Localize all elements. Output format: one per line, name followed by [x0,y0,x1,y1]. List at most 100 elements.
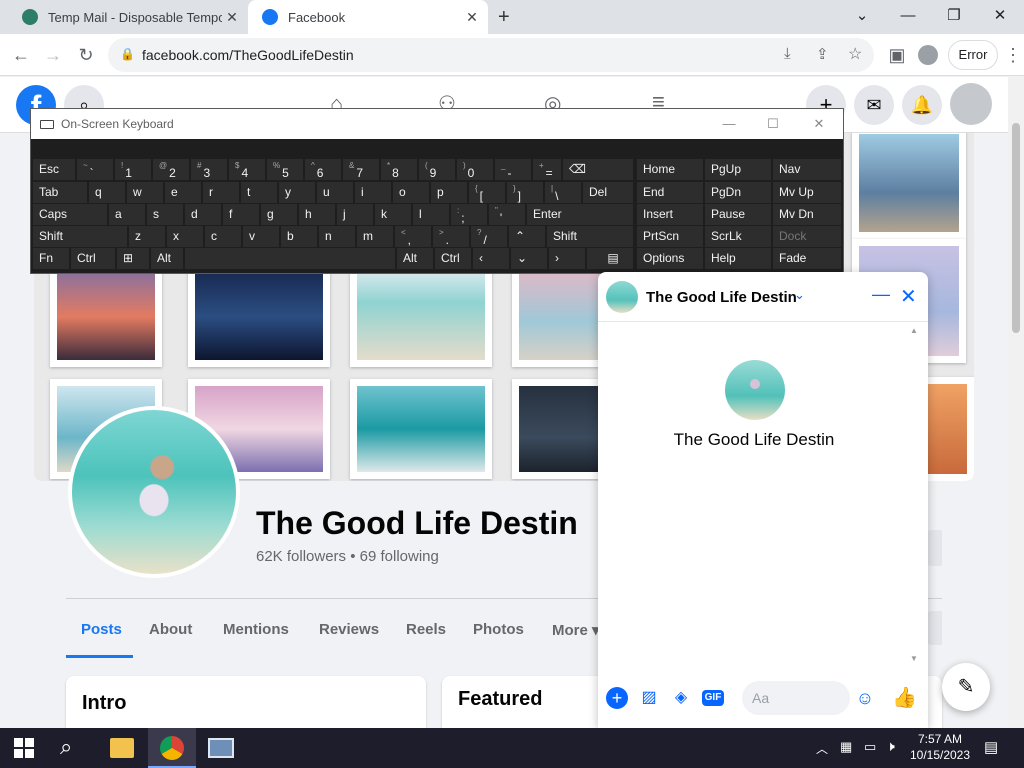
key-o[interactable]: o [393,182,429,203]
close-chat-icon[interactable]: ✕ [900,284,917,309]
key-mv-up[interactable]: Mv Up [773,182,841,203]
profile-options-button[interactable] [926,611,942,645]
key-fn[interactable]: Fn [33,248,69,269]
key-d[interactable]: d [185,204,221,225]
key-alt-left[interactable]: Alt [151,248,183,269]
key-options[interactable]: Options [637,248,703,269]
key-i[interactable]: i [355,182,391,203]
key-right-bracket[interactable]: }] [507,182,543,203]
key-minus[interactable]: _- [495,159,531,180]
tab-temp-mail[interactable]: Temp Mail - Disposable Temporary Email ✕ [8,0,248,34]
key-fade[interactable]: Fade [773,248,841,269]
notifications-bell-icon[interactable]: 🔔 [902,85,942,125]
page-scrollbar[interactable] [1008,77,1024,728]
error-button[interactable]: Error [948,40,998,70]
key-caps[interactable]: Caps [33,204,107,225]
close-tab-icon[interactable]: ✕ [462,9,482,26]
profile-picture[interactable] [68,406,240,578]
tab-facebook[interactable]: Facebook ✕ [248,0,488,34]
key-scrlk[interactable]: ScrLk [705,226,771,247]
monitor-icon[interactable]: ▭ [864,739,876,755]
key-right-arrow[interactable]: › [549,248,585,269]
attach-photo-icon[interactable]: ▨ [638,687,660,709]
key-b[interactable]: b [281,226,317,247]
key-1[interactable]: !1 [115,159,151,180]
close-tab-icon[interactable]: ✕ [222,9,242,26]
key-windows[interactable]: ⊞ [117,248,149,269]
bookmark-star-icon[interactable]: ☆ [848,44,862,64]
lock-icon[interactable]: 🔒 [120,47,135,61]
chrome-menu-icon[interactable]: ⋮ [1004,42,1022,68]
forward-icon[interactable]: → [40,42,66,68]
key-r[interactable]: r [203,182,239,203]
key-3[interactable]: #3 [191,159,227,180]
key-g[interactable]: g [261,204,297,225]
minimize-chat-icon[interactable]: — [872,284,890,305]
chevron-down-icon[interactable]: ⌄ [794,287,805,303]
key-home[interactable]: Home [637,159,703,180]
key-7[interactable]: &7 [343,159,379,180]
key-v[interactable]: v [243,226,279,247]
key-help[interactable]: Help [705,248,771,269]
osk-maximize-icon[interactable]: ☐ [753,109,793,139]
key-comma[interactable]: <, [395,226,431,247]
key-s[interactable]: s [147,204,183,225]
key-semicolon[interactable]: :; [451,204,487,225]
tab-search-icon[interactable]: ⌄ [842,4,882,28]
minimize-window-icon[interactable]: — [888,4,928,28]
key-left-arrow[interactable]: ‹ [473,248,509,269]
more-actions-plus-icon[interactable]: + [606,687,628,709]
chat-contact-name[interactable]: The Good Life Destin [646,289,797,306]
messenger-icon[interactable]: ✉ [854,85,894,125]
profile-avatar-icon[interactable] [918,45,938,65]
thumbs-up-icon[interactable]: 👍 [892,687,917,709]
key-ctrl-right[interactable]: Ctrl [435,248,471,269]
key-backtick[interactable]: ~` [77,159,113,180]
key-slash[interactable]: ?/ [471,226,507,247]
key-l[interactable]: l [413,204,449,225]
restore-window-icon[interactable]: ❐ [934,4,974,28]
chrome-taskbar-button[interactable] [148,728,196,768]
scrollbar-thumb[interactable] [1012,123,1020,333]
notifications-icon[interactable]: ▤ [984,738,998,756]
show-hidden-icons-icon[interactable]: ︿ [816,740,828,757]
key-6[interactable]: ^6 [305,159,341,180]
tab-more[interactable]: More ▾ [552,621,600,639]
key-n[interactable]: n [319,226,355,247]
key-menu[interactable]: ▤ [587,248,633,269]
key-w[interactable]: w [127,182,163,203]
new-message-icon[interactable]: ✎ [942,663,990,711]
followers-count[interactable]: 62K followers • 69 following [256,548,439,565]
chat-scrollbar[interactable]: ▲ ▼ [908,324,920,664]
new-tab-icon[interactable]: + [498,6,510,29]
key-j[interactable]: j [337,204,373,225]
network-icon[interactable]: ▦ [840,739,852,755]
key-f[interactable]: f [223,204,259,225]
key-enter[interactable]: Enter [527,204,633,225]
tab-reviews[interactable]: Reviews [319,621,379,638]
side-panel-icon[interactable]: ▣ [884,42,910,68]
key-m[interactable]: m [357,226,393,247]
key-insert[interactable]: Insert [637,204,703,225]
close-window-icon[interactable]: ✕ [980,4,1020,28]
key-period[interactable]: >. [433,226,469,247]
key-tab[interactable]: Tab [33,182,87,203]
address-bar[interactable]: 🔒 facebook.com/TheGoodLifeDestin ⤓ ⇪ ☆ [108,38,874,72]
key-pgup[interactable]: PgUp [705,159,771,180]
install-app-icon[interactable]: ⤓ [784,45,791,62]
key-end[interactable]: End [637,182,703,203]
gif-icon[interactable]: GIF [702,690,724,706]
key-q[interactable]: q [89,182,125,203]
key-ctrl-left[interactable]: Ctrl [71,248,115,269]
key-nav[interactable]: Nav [773,159,841,180]
key-backslash[interactable]: |\ [545,182,581,203]
key-x[interactable]: x [167,226,203,247]
key-down-arrow[interactable]: ⌄ [511,248,547,269]
key-p[interactable]: p [431,182,467,203]
chat-avatar[interactable] [606,281,638,313]
key-k[interactable]: k [375,204,411,225]
profile-action-button[interactable] [926,530,942,566]
key-shift-right[interactable]: Shift [547,226,633,247]
key-u[interactable]: u [317,182,353,203]
key-z[interactable]: z [129,226,165,247]
